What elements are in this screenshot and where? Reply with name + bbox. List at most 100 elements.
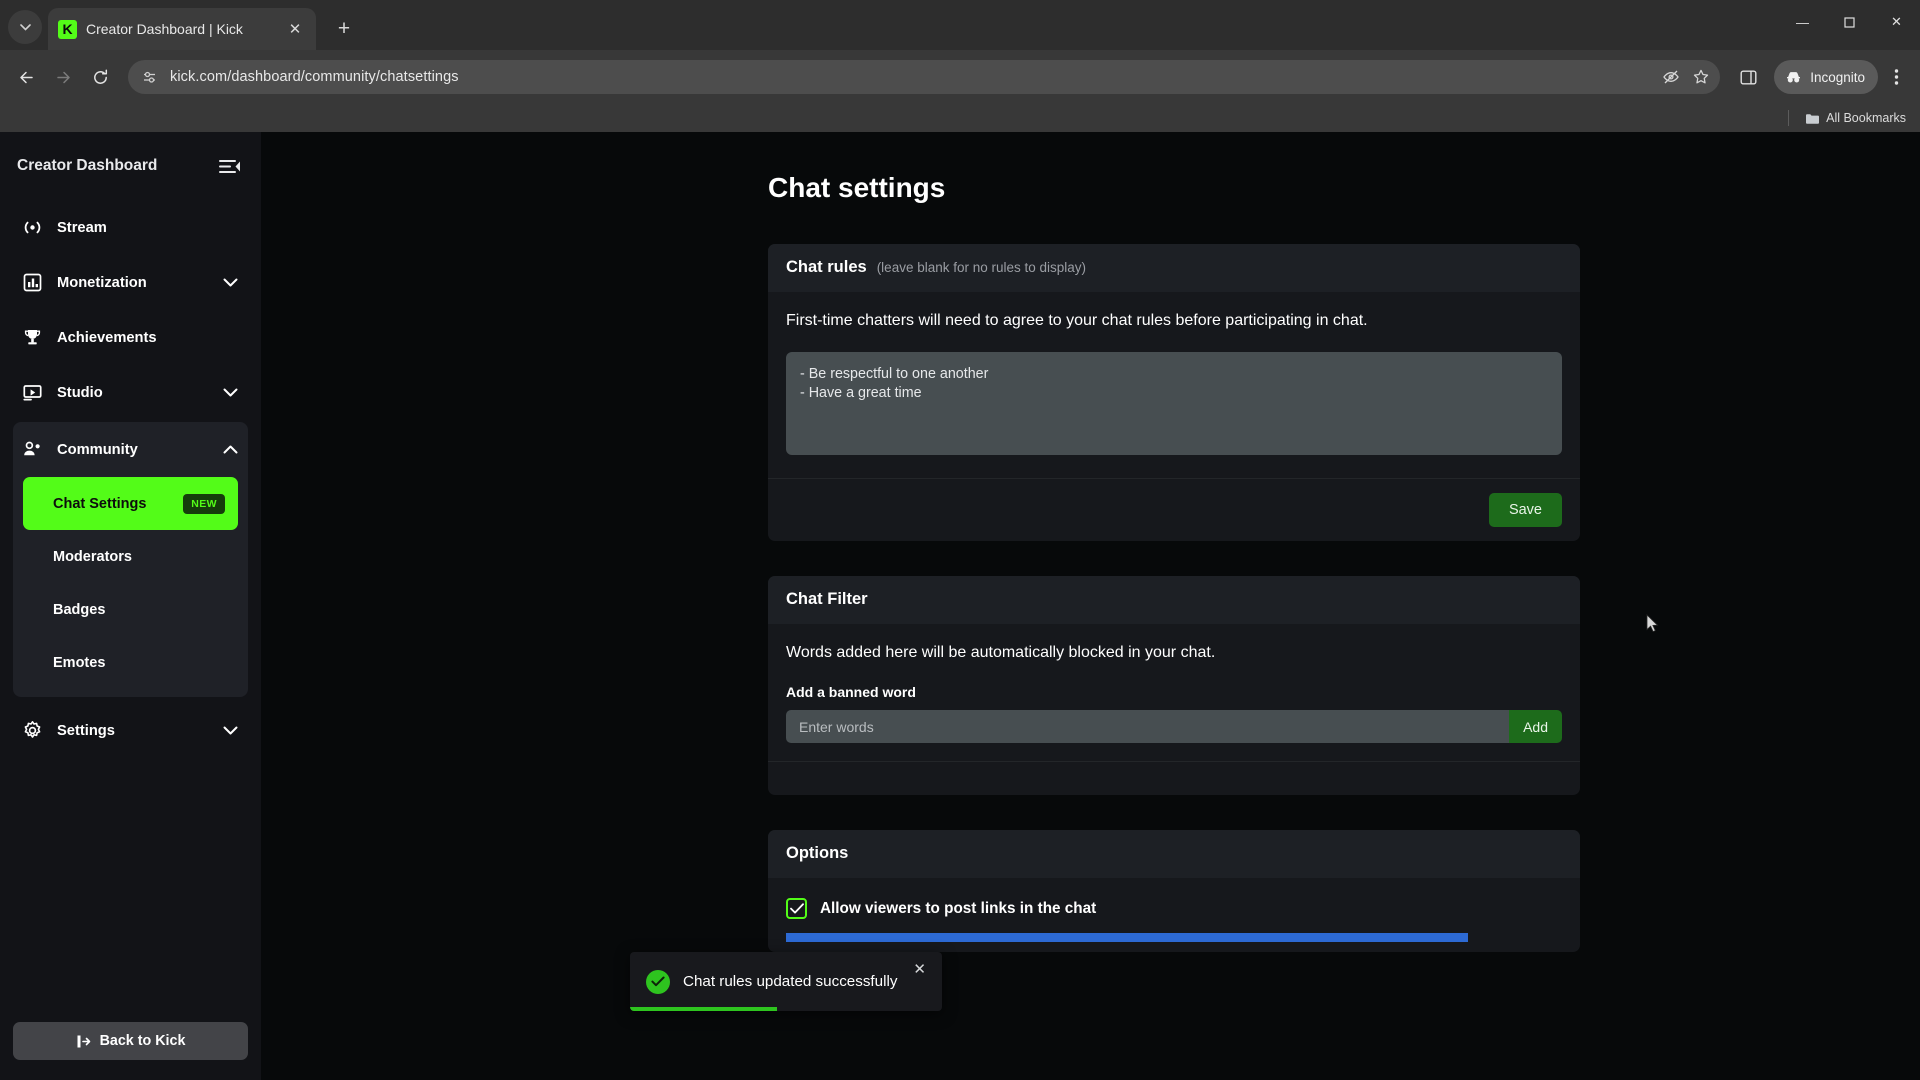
close-toast-button[interactable]: ✕ <box>913 960 926 978</box>
site-settings-icon[interactable] <box>140 68 159 87</box>
back-to-kick-label: Back to Kick <box>99 1033 186 1049</box>
third-party-cookie-icon[interactable] <box>1662 68 1680 86</box>
allow-links-checkbox-row[interactable]: Allow viewers to post links in the chat <box>786 898 1562 919</box>
star-icon <box>1694 69 1709 84</box>
sidebar-item-stream[interactable]: Stream <box>13 200 248 255</box>
people-icon <box>22 439 43 460</box>
toast-progress-bar <box>630 1007 777 1011</box>
sidebar-item-community[interactable]: Community <box>13 422 248 477</box>
broadcast-icon <box>22 217 43 238</box>
new-tab-button[interactable]: + <box>328 13 360 45</box>
tune-icon <box>144 71 155 83</box>
url-text: kick.com/dashboard/community/chatsetting… <box>170 69 459 85</box>
forward-arrow-icon <box>56 71 70 83</box>
trophy-icon <box>22 327 43 348</box>
save-button[interactable]: Save <box>1488 493 1562 527</box>
close-tab-icon[interactable]: ✕ <box>284 18 306 40</box>
success-check-icon <box>646 969 670 994</box>
sidebar-subitem-label: Badges <box>53 601 106 618</box>
bookmark-star-icon[interactable] <box>1692 68 1710 86</box>
options-card: Options Allow viewers to post links in t… <box>768 830 1580 952</box>
gear-icon <box>22 720 43 741</box>
sidebar-item-settings[interactable]: Settings <box>13 703 248 758</box>
incognito-indicator[interactable]: Incognito <box>1774 60 1878 94</box>
side-panel-button[interactable] <box>1731 60 1765 94</box>
chevron-down-icon <box>19 23 31 31</box>
incognito-label: Incognito <box>1810 69 1865 85</box>
sidebar-item-label: Settings <box>57 722 115 739</box>
side-panel-icon <box>1740 70 1757 85</box>
sidebar-item-emotes[interactable]: Emotes <box>23 636 238 689</box>
back-to-kick-button[interactable]: Back to Kick <box>13 1022 248 1060</box>
chat-rules-card: Chat rules (leave blank for no rules to … <box>768 244 1580 541</box>
browser-menu-button[interactable] <box>1881 60 1911 94</box>
close-window-button[interactable]: ✕ <box>1873 0 1920 44</box>
creator-dashboard-sidebar: Creator Dashboard Stream Monetization Ac… <box>0 132 261 1080</box>
banned-word-input[interactable] <box>786 710 1510 743</box>
community-subnav: Chat Settings NEW Moderators Badges Emot… <box>13 477 248 689</box>
chat-filter-card: Chat Filter Words added here will be aut… <box>768 576 1580 795</box>
chat-rules-description: First-time chatters will need to agree t… <box>786 312 1368 329</box>
chevron-down-icon <box>223 388 238 397</box>
chevron-up-icon <box>223 445 238 454</box>
kebab-menu-icon <box>1894 69 1898 85</box>
sidebar-item-label: Achievements <box>57 329 157 346</box>
browser-window: K Creator Dashboard | Kick ✕ + — ✕ kick.… <box>0 0 1920 1080</box>
banned-word-row: Add <box>786 710 1562 743</box>
omnibox-actions <box>1662 68 1710 86</box>
sidebar-item-monetization[interactable]: Monetization <box>13 255 248 310</box>
back-arrow-icon <box>19 71 33 83</box>
allow-links-label: Allow viewers to post links in the chat <box>820 899 1097 917</box>
all-bookmarks-label: All Bookmarks <box>1826 111 1906 125</box>
chat-filter-header: Chat Filter <box>768 576 1580 624</box>
chat-rules-body: First-time chatters will need to agree t… <box>768 292 1580 478</box>
sidebar-item-achievements[interactable]: Achievements <box>13 310 248 365</box>
minimize-button[interactable]: — <box>1779 0 1826 44</box>
sidebar-header: Creator Dashboard <box>0 132 261 200</box>
options-heading: Options <box>786 844 849 862</box>
chat-filter-description: Words added here will be automatically b… <box>786 644 1216 661</box>
page-title: Chat settings <box>768 172 946 203</box>
banned-word-label: Add a banned word <box>786 684 916 700</box>
sidebar-nav: Stream Monetization Achievements Studio … <box>0 200 261 758</box>
chat-rules-textarea[interactable] <box>786 352 1562 455</box>
tab-search-button[interactable] <box>8 10 42 44</box>
toast-message: Chat rules updated successfully <box>683 973 898 990</box>
maximize-button[interactable] <box>1826 0 1873 44</box>
chat-rules-heading: Chat rules <box>786 258 867 276</box>
back-button[interactable] <box>9 60 43 94</box>
sidebar-item-badges[interactable]: Badges <box>23 583 238 636</box>
check-icon <box>651 976 665 987</box>
chat-filter-heading: Chat Filter <box>786 590 868 608</box>
address-bar[interactable]: kick.com/dashboard/community/chatsetting… <box>128 60 1721 94</box>
incognito-hat-icon <box>1787 71 1801 82</box>
checkbox-checked-icon[interactable] <box>786 898 807 919</box>
browser-tab[interactable]: K Creator Dashboard | Kick ✕ <box>48 8 316 50</box>
options-body: Allow viewers to post links in the chat <box>768 878 1580 952</box>
sidebar-item-studio[interactable]: Studio <box>13 365 248 420</box>
check-icon <box>789 903 804 914</box>
sidebar-title: Creator Dashboard <box>17 157 158 174</box>
sidebar-item-label: Stream <box>57 219 107 236</box>
sidebar-item-chat-settings[interactable]: Chat Settings NEW <box>23 477 238 530</box>
forward-button[interactable] <box>46 60 80 94</box>
main-content: Chat settings Chat rules (leave blank fo… <box>261 132 1920 1080</box>
window-controls: — ✕ <box>1779 0 1920 44</box>
sidebar-item-moderators[interactable]: Moderators <box>23 530 238 583</box>
tab-title: Creator Dashboard | Kick <box>86 21 243 37</box>
new-badge: NEW <box>183 493 225 514</box>
collapse-sidebar-button[interactable] <box>219 158 241 175</box>
chat-rules-header: Chat rules (leave blank for no rules to … <box>768 244 1580 292</box>
all-bookmarks-button[interactable]: All Bookmarks <box>1805 111 1906 125</box>
reload-button[interactable] <box>83 60 117 94</box>
add-banned-word-button[interactable]: Add <box>1509 710 1562 743</box>
chat-rules-subheading: (leave blank for no rules to display) <box>876 260 1087 275</box>
exit-icon <box>77 1035 90 1047</box>
eye-slash-icon <box>1663 70 1679 84</box>
chevron-down-icon <box>223 726 238 735</box>
bar-chart-icon <box>22 272 43 293</box>
options-header: Options <box>768 830 1580 878</box>
collapse-sidebar-icon <box>219 159 240 173</box>
sidebar-subitem-label: Moderators <box>53 548 132 565</box>
browser-toolbar: kick.com/dashboard/community/chatsetting… <box>0 50 1920 104</box>
